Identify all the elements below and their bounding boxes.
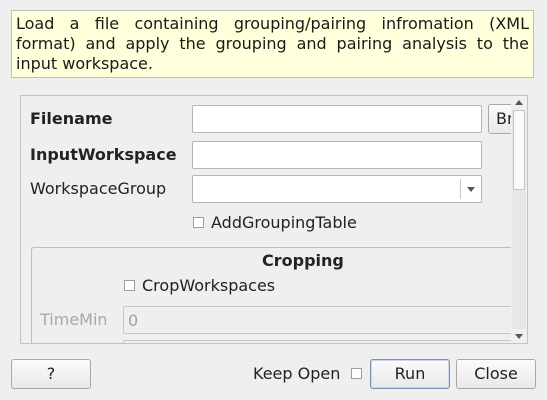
algorithm-description: Load a file containing grouping/pairing … — [11, 10, 534, 78]
close-button[interactable]: Close — [456, 359, 536, 389]
input-workspace-input[interactable] — [192, 141, 482, 169]
chevron-down-icon — [467, 187, 475, 192]
crop-workspaces-checkbox[interactable] — [124, 280, 135, 291]
time-max-input[interactable] — [123, 340, 527, 343]
add-grouping-table-label[interactable]: AddGroupingTable — [211, 213, 357, 233]
combo-divider — [460, 179, 461, 199]
properties-scroll-area[interactable]: Filename Browse InputWorkspace Workspace… — [20, 95, 528, 344]
scrollbar-track[interactable] — [512, 110, 526, 329]
time-min-label: TimeMin — [40, 310, 108, 329]
cropping-title: Cropping — [262, 251, 344, 270]
keep-open-checkbox[interactable] — [351, 368, 362, 379]
workspace-group-label: WorkspaceGroup — [30, 179, 167, 198]
help-button[interactable]: ? — [11, 359, 91, 389]
run-button[interactable]: Run — [370, 359, 450, 389]
filename-label: Filename — [30, 109, 113, 128]
add-grouping-table-checkbox[interactable] — [193, 217, 204, 228]
time-min-input[interactable] — [123, 306, 527, 334]
crop-workspaces-label[interactable]: CropWorkspaces — [142, 276, 275, 296]
chevron-down-icon[interactable] — [515, 334, 523, 339]
workspace-group-combo[interactable] — [192, 175, 482, 203]
scrollbar-thumb[interactable] — [513, 110, 525, 190]
chevron-up-icon[interactable] — [515, 100, 523, 105]
keep-open-label: Keep Open — [253, 364, 341, 383]
filename-input[interactable] — [192, 105, 482, 133]
input-workspace-label: InputWorkspace — [30, 145, 177, 164]
properties-scrollbar[interactable] — [511, 96, 527, 343]
